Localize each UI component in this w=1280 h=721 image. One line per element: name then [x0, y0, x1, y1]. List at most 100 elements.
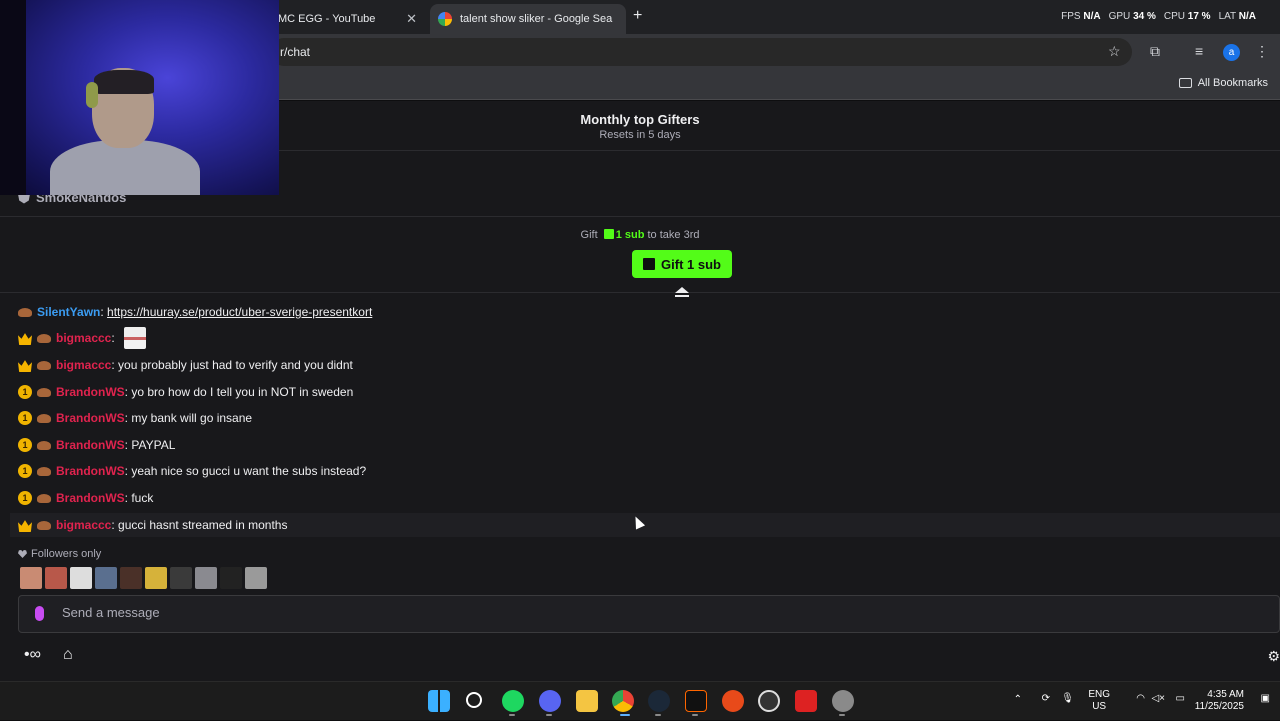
fps-value: N/A: [1083, 11, 1101, 22]
input-language[interactable]: ENG US: [1088, 689, 1110, 713]
chat-username[interactable]: SilentYawn: [37, 305, 100, 319]
emote[interactable]: [20, 567, 42, 589]
new-tab-button[interactable]: +: [633, 7, 642, 25]
chat-username[interactable]: BrandonWS: [56, 438, 125, 452]
message-text: gucci hasnt streamed in months: [118, 518, 288, 532]
message-separator: :: [111, 518, 119, 532]
discord-icon[interactable]: [539, 690, 561, 712]
steam-icon[interactable]: [648, 690, 670, 712]
emote[interactable]: [245, 567, 267, 589]
notification-icon[interactable]: ▣: [1261, 693, 1270, 704]
gift-prompt: Gift 1 sub to take 3rd: [0, 229, 1280, 241]
emote-image: [124, 327, 147, 349]
obs-icon[interactable]: [758, 690, 780, 712]
file-explorer-icon[interactable]: [576, 690, 598, 712]
fps-label: FPS: [1061, 11, 1081, 22]
tab-google-search[interactable]: talent show sliker - Google Sea: [430, 4, 626, 34]
gift-icon: [643, 258, 656, 270]
emote[interactable]: [220, 567, 242, 589]
chat-message: 1 BrandonWS: fuck: [18, 486, 153, 510]
language-code: ENG: [1088, 689, 1110, 700]
sub-badge-icon: 1: [18, 438, 32, 452]
shield-app-icon[interactable]: [795, 690, 817, 712]
message-separator: :: [124, 438, 132, 452]
message-text: PAYPAL: [131, 438, 176, 452]
sub-badge-icon: 1: [18, 464, 32, 478]
chat-username[interactable]: BrandonWS: [56, 411, 125, 425]
region-code: US: [1092, 701, 1107, 712]
settings-app-icon[interactable]: [832, 690, 854, 712]
spotify-icon[interactable]: [502, 690, 524, 712]
store-icon[interactable]: ⌂: [63, 646, 73, 664]
chat-username[interactable]: BrandonWS: [56, 464, 125, 478]
sub-badge-icon: 1: [18, 491, 32, 505]
collapse-icon[interactable]: [675, 287, 689, 299]
all-bookmarks-button[interactable]: All Bookmarks: [1178, 77, 1268, 89]
chat-username[interactable]: bigmaccc: [56, 331, 111, 345]
send-message-input[interactable]: [62, 605, 662, 620]
chat-username[interactable]: bigmaccc: [56, 358, 111, 372]
gear-icon[interactable]: ⚙: [1267, 648, 1280, 665]
menu-kebab-icon[interactable]: ⋮: [1255, 43, 1269, 60]
chat-username[interactable]: BrandonWS: [56, 491, 125, 505]
chat-message: SilentYawn: https://huuray.se/product/ub…: [18, 300, 372, 324]
hat-badge-icon: [37, 520, 51, 530]
profile-avatar[interactable]: a: [1223, 44, 1240, 61]
sub-badge-icon: 1: [18, 385, 32, 399]
media-control-icon[interactable]: ≡: [1195, 43, 1203, 59]
search-icon[interactable]: [466, 692, 482, 708]
hat-badge-icon: [37, 493, 51, 503]
close-tab-icon[interactable]: ✕: [406, 11, 417, 27]
crown-badge-icon: [18, 360, 32, 372]
microphone-icon[interactable]: [35, 606, 44, 621]
chat-message: 1 BrandonWS: my bank will go insane: [18, 406, 252, 430]
emote[interactable]: [120, 567, 142, 589]
emote[interactable]: [70, 567, 92, 589]
speaker-muted-icon[interactable]: ◁×: [1151, 693, 1165, 704]
emote-quick-row: [20, 567, 267, 589]
chat-username[interactable]: BrandonWS: [56, 385, 125, 399]
message-separator: :: [100, 305, 108, 319]
emote[interactable]: [45, 567, 67, 589]
sync-icon[interactable]: ⟳: [1042, 693, 1050, 704]
windows-start-icon[interactable]: [428, 690, 450, 712]
followers-only-label: Followers only: [31, 548, 102, 560]
chat-message: 1 BrandonWS: PAYPAL: [18, 433, 175, 457]
message-text: yeah nice so gucci u want the subs inste…: [131, 464, 367, 478]
url-field[interactable]: r/chat: [270, 38, 1132, 66]
message-separator: :: [124, 464, 132, 478]
chrome-icon[interactable]: [612, 690, 634, 712]
cpu-value: 17 %: [1187, 11, 1211, 22]
hat-badge-icon: [37, 333, 51, 343]
gift-section: Gift 1 sub to take 3rd Gift 1 sub: [0, 216, 1280, 293]
microphone-tray-icon[interactable]: 🎙: [1061, 693, 1074, 704]
lat-label: LAT: [1218, 11, 1236, 22]
taskbar-clock[interactable]: 4:35 AM 11/25/2025: [1195, 689, 1244, 713]
emote[interactable]: [170, 567, 192, 589]
message-text: you probably just had to verify and you …: [118, 358, 353, 372]
emote[interactable]: [195, 567, 217, 589]
message-link[interactable]: https://huuray.se/product/uber-sverige-p…: [107, 305, 372, 319]
crown-badge-icon: [18, 333, 32, 345]
gift-prefix: Gift: [580, 229, 598, 241]
bookmark-star-icon[interactable]: ☆: [1108, 43, 1121, 60]
chevron-up-icon[interactable]: ⌃: [1014, 694, 1022, 705]
extensions-icon[interactable]: ⧉: [1150, 43, 1160, 60]
wifi-icon[interactable]: ◠: [1136, 693, 1145, 704]
app-icon[interactable]: [685, 690, 707, 712]
chat-input-box[interactable]: [18, 595, 1280, 633]
gpu-value: 34 %: [1133, 11, 1156, 22]
hat-badge-icon: [37, 440, 51, 450]
message-separator: :: [111, 358, 119, 372]
battery-icon[interactable]: ▭: [1176, 693, 1185, 704]
gift-sub-button[interactable]: Gift 1 sub: [632, 250, 732, 278]
ea-icon[interactable]: [722, 690, 744, 712]
sub-badge-icon: 1: [18, 411, 32, 425]
clock-time: 4:35 AM: [1207, 689, 1244, 700]
emote[interactable]: [145, 567, 167, 589]
emote[interactable]: [95, 567, 117, 589]
chat-username[interactable]: bigmaccc: [56, 518, 111, 532]
infinity-icon[interactable]: •∞: [24, 646, 41, 664]
tab-youtube[interactable]: MC EGG - YouTube ✕: [270, 4, 425, 34]
webcam-overlay: [0, 0, 279, 195]
